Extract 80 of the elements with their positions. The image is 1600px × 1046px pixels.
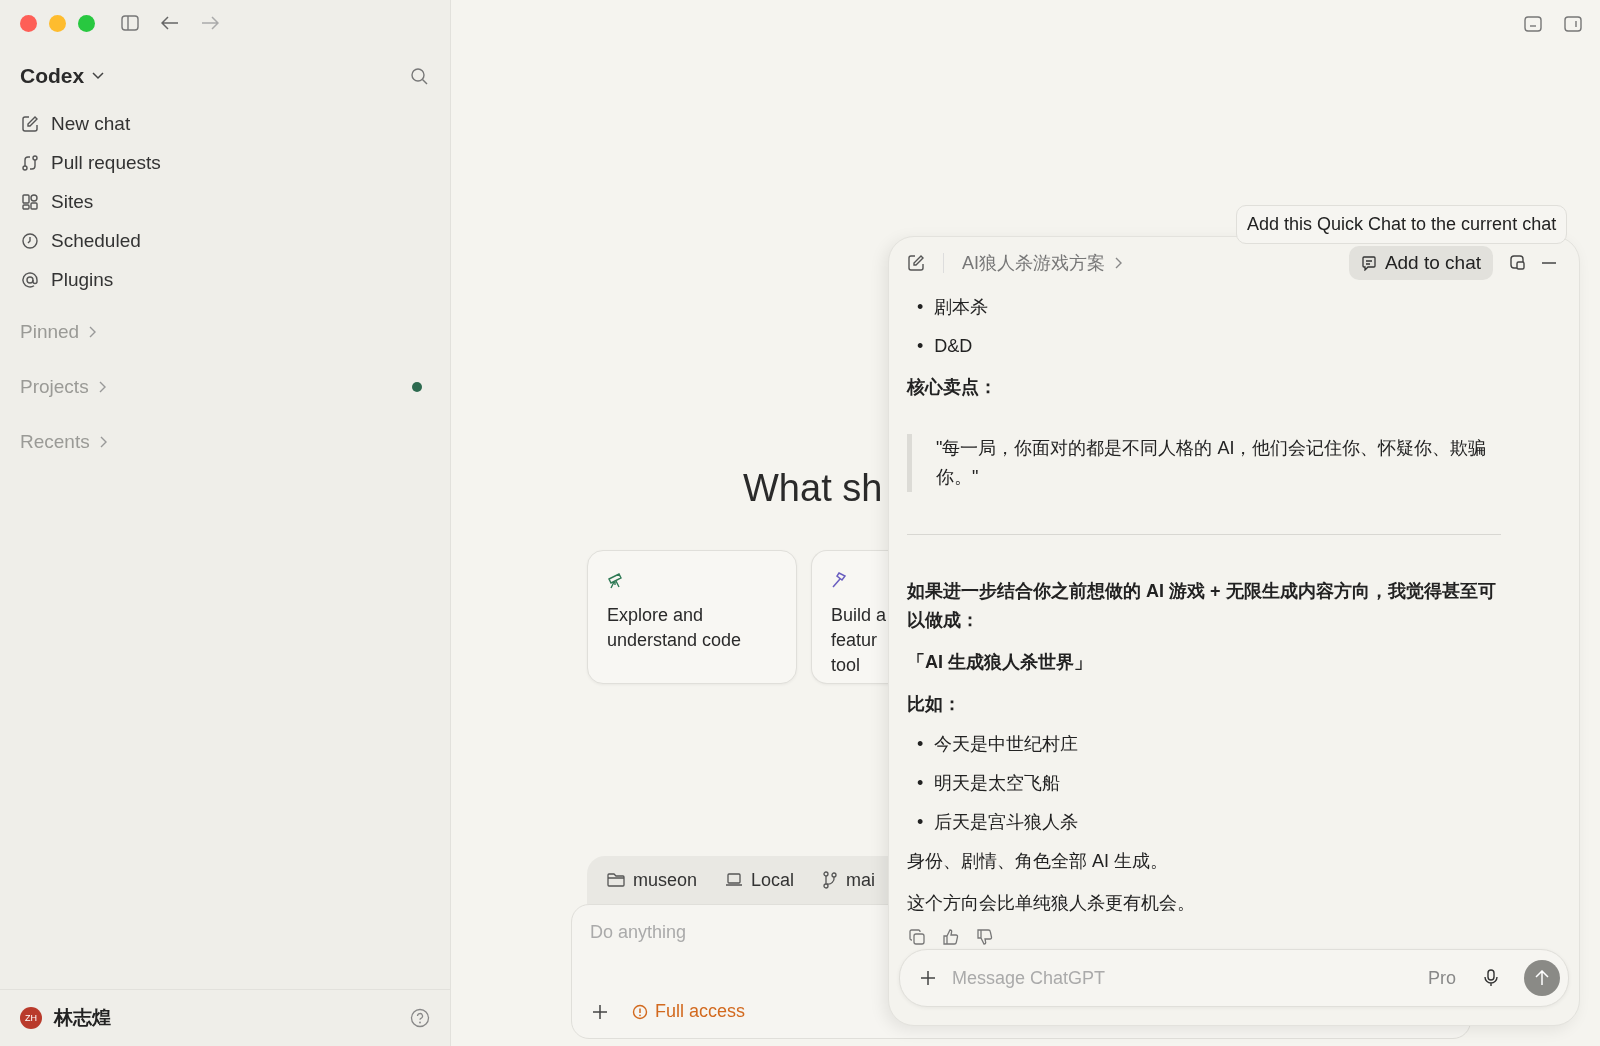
list-item: D&D bbox=[934, 335, 973, 358]
bullet: • bbox=[917, 811, 924, 834]
chip-label: mai bbox=[846, 869, 876, 891]
nav-label: Scheduled bbox=[51, 229, 141, 252]
list-item: 后天是宫斗狼人杀 bbox=[934, 811, 1079, 834]
context-chip[interactable]: museon bbox=[607, 869, 698, 891]
copy-window-icon[interactable] bbox=[1509, 254, 1527, 272]
chevron-right-icon bbox=[99, 436, 108, 448]
context-chip[interactable]: mai bbox=[822, 869, 876, 891]
nav-item[interactable]: Pull requests bbox=[12, 143, 438, 182]
bullet: • bbox=[917, 296, 924, 319]
send-button[interactable] bbox=[1524, 960, 1560, 996]
nav-label: Plugins bbox=[51, 268, 114, 291]
nav-item[interactable]: Sites bbox=[12, 182, 438, 221]
message-heading: 核心卖点： bbox=[907, 376, 998, 399]
list-item: 剧本杀 bbox=[934, 296, 989, 319]
plus-icon[interactable] bbox=[920, 970, 936, 986]
clock-icon bbox=[21, 231, 39, 250]
add-to-chat-button[interactable]: Add to chat bbox=[1348, 246, 1493, 280]
chip-label: Local bbox=[751, 869, 795, 891]
microphone-icon[interactable] bbox=[1484, 969, 1498, 987]
warning-icon bbox=[632, 1003, 648, 1020]
window-minimize-icon[interactable] bbox=[1524, 16, 1542, 32]
nav-item[interactable]: New chat bbox=[12, 104, 438, 143]
laptop-icon bbox=[725, 873, 744, 887]
context-chip[interactable]: Local bbox=[725, 869, 795, 891]
arrow-up-icon bbox=[1535, 970, 1549, 986]
block-quote: "每一局，你面对的都是不同人格的 AI，他们会记住你、怀疑你、欺骗你。" bbox=[907, 434, 1501, 492]
prompt-input[interactable]: Do anything bbox=[588, 921, 872, 944]
close-button[interactable] bbox=[20, 14, 37, 32]
chevron-right-icon bbox=[1115, 257, 1123, 269]
nav-item[interactable]: Plugins bbox=[12, 260, 438, 299]
message-heading: 比如： bbox=[907, 693, 962, 716]
sidebar-toggle-icon[interactable] bbox=[121, 15, 139, 31]
nav-item[interactable]: Scheduled bbox=[12, 221, 438, 260]
search-icon[interactable] bbox=[410, 67, 428, 85]
panel-toggle-icon[interactable] bbox=[1564, 16, 1582, 32]
grid-icon bbox=[21, 192, 39, 211]
hammer-icon bbox=[831, 571, 849, 589]
user-name: 林志煌 bbox=[54, 1006, 112, 1030]
welcome-heading: What sh bbox=[743, 466, 883, 511]
chevron-right-icon bbox=[89, 326, 98, 338]
copy-icon[interactable] bbox=[909, 929, 925, 945]
bullet: • bbox=[917, 335, 924, 358]
help-icon[interactable] bbox=[410, 1008, 430, 1028]
message-heading: 「AI 生成狼人杀世界」 bbox=[907, 651, 1093, 674]
edit-icon[interactable] bbox=[907, 254, 925, 272]
back-arrow-icon[interactable] bbox=[161, 16, 179, 30]
nav-label: New chat bbox=[51, 112, 131, 135]
list-item: 今天是中世纪村庄 bbox=[934, 733, 1079, 756]
edit-icon bbox=[21, 114, 39, 133]
tooltip: Add this Quick Chat to the current chat bbox=[1236, 205, 1568, 244]
chevron-down-icon bbox=[92, 72, 105, 80]
list-item: 明天是太空飞船 bbox=[934, 772, 1061, 795]
chip-label: museon bbox=[633, 869, 698, 891]
pull-request-icon bbox=[21, 153, 39, 172]
nav-label: Pull requests bbox=[51, 151, 161, 174]
suggestion-card[interactable]: Explore and understand code bbox=[587, 550, 797, 684]
bullet: • bbox=[917, 733, 924, 756]
chevron-right-icon bbox=[98, 381, 107, 393]
folder-icon bbox=[607, 872, 625, 888]
telescope-icon bbox=[607, 571, 625, 589]
nav-label: Sites bbox=[51, 190, 94, 213]
message-icon bbox=[1360, 255, 1377, 271]
branch-icon bbox=[822, 871, 839, 889]
minimize-icon[interactable] bbox=[1541, 261, 1557, 265]
bullet: • bbox=[917, 772, 924, 795]
card-title: Explore and understand code bbox=[607, 604, 743, 652]
message-text: 这个方向会比单纯狼人杀更有机会。 bbox=[907, 892, 1196, 915]
suggestion-card[interactable]: Build a featur tool bbox=[811, 550, 889, 684]
thumbs-up-icon[interactable] bbox=[943, 929, 959, 945]
chat-title[interactable]: AI狼人杀游戏方案 bbox=[962, 251, 1123, 275]
workspace-switcher[interactable]: Codex bbox=[20, 64, 105, 88]
card-title: Build a featur tool bbox=[831, 604, 888, 677]
message-text: 身份、剧情、角色全部 AI 生成。 bbox=[907, 850, 1169, 873]
message-heading: 如果进一步结合你之前想做的 AI 游戏 + 无限生成内容方向，我觉得甚至可以做成： bbox=[907, 580, 1497, 632]
plus-icon[interactable] bbox=[592, 1003, 608, 1020]
user-avatar[interactable]: ZH bbox=[20, 1007, 42, 1029]
at-sign-icon bbox=[21, 270, 39, 289]
thumbs-down-icon[interactable] bbox=[977, 929, 993, 945]
